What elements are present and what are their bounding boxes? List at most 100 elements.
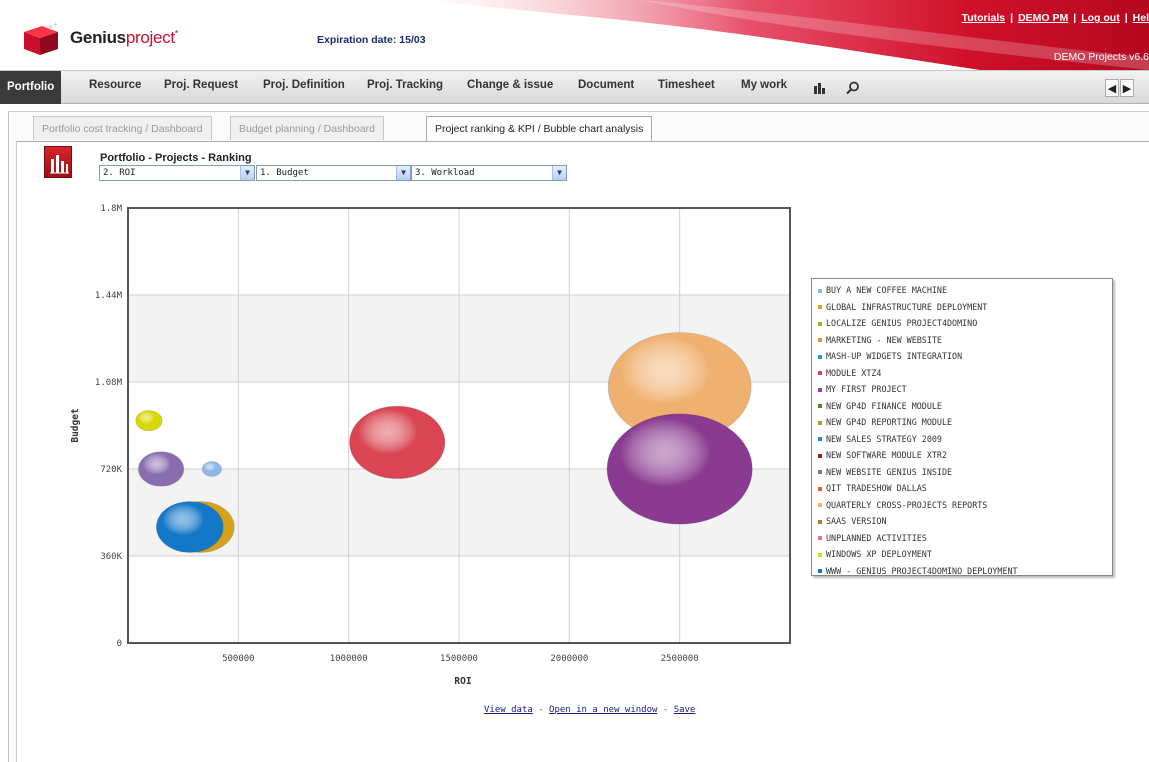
nav-item-timesheet[interactable]: Timesheet: [658, 79, 715, 91]
legend-label: NEW WEBSITE GENIUS INSIDE: [826, 466, 953, 477]
chart-legend: BUY A NEW COFFEE MACHINE GLOBAL INFRASTRU…: [811, 278, 1113, 576]
legend-entry[interactable]: WWW - GENIUS PROJECT4DOMINO DEPLOYMENT: [818, 563, 1112, 580]
workload-select[interactable]: 3. Workload ▼: [411, 165, 567, 181]
legend-label: LOCALIZE GENIUS PROJECT4DOMINO: [826, 318, 978, 328]
nav-item-document[interactable]: Document: [578, 79, 634, 91]
legend-marker: [818, 420, 822, 425]
legend-label: MARKETING - NEW WEBSITE: [826, 334, 942, 345]
logo[interactable]: + + Geniusproject*: [22, 8, 262, 60]
legend-label: GLOBAL INFRASTRUCTURE DEPLOYMENT: [826, 301, 988, 312]
legend-marker: [818, 305, 822, 309]
legend-entry[interactable]: QIT TRADESHOW DALLAS: [818, 480, 1112, 497]
nav-item-my-work[interactable]: My work: [741, 79, 787, 91]
nav-arrows: ◀ ▶: [1105, 79, 1149, 97]
legend-marker: [818, 486, 822, 491]
legend-entry[interactable]: NEW SOFTWARE MODULE XTR2: [818, 447, 1112, 464]
bubble-www-genius-project4domino-deployment-shine: [156, 501, 224, 553]
legend-entry[interactable]: NEW WEBSITE GENIUS INSIDE: [818, 464, 1112, 481]
legend-entry[interactable]: LOCALIZE GENIUS PROJECT4DOMINO: [818, 315, 1112, 332]
expiration-date: Expiration date: 15/03: [317, 34, 426, 46]
x-axis-label: ROI: [454, 676, 471, 687]
legend-label: SAAS VERSION: [826, 516, 887, 526]
bubble-new-website-genius-inside-shine: [138, 451, 184, 487]
legend-label: MY FIRST PROJECT: [826, 384, 907, 394]
nav-item-resource[interactable]: Resource: [89, 79, 141, 91]
legend-label: NEW SALES STRATEGY 2009: [826, 433, 942, 444]
x-tick-label: 2000000: [550, 654, 588, 664]
nav-item-proj-request[interactable]: Proj. Request: [164, 79, 238, 91]
legend-marker: [818, 371, 822, 375]
legend-entry[interactable]: UNPLANNED ACTIVITIES: [818, 530, 1112, 547]
demo-pm-link[interactable]: DEMO PM: [1018, 12, 1068, 24]
legend-marker: [818, 321, 822, 326]
bar-chart-icon[interactable]: [813, 81, 827, 94]
tab-budget-planning[interactable]: Budget planning / Dashboard: [230, 116, 385, 140]
footer-separator: -: [532, 705, 550, 715]
x-tick-label: 2500000: [661, 654, 699, 664]
legend-entry[interactable]: MARKETING - NEW WEBSITE: [818, 332, 1112, 349]
save-link[interactable]: Save: [674, 705, 696, 715]
nav-item-change-issue[interactable]: Change & issue: [467, 79, 553, 91]
legend-marker: [818, 470, 822, 474]
roi-select[interactable]: 2. ROI ▼: [99, 165, 255, 181]
legend-label: BUY A NEW COFFEE MACHINE: [826, 285, 948, 295]
x-tick-label: 1500000: [440, 654, 478, 664]
chevron-down-icon: ▼: [396, 166, 410, 180]
legend-label: QUARTERLY CROSS-PROJECTS REPORTS: [826, 499, 988, 510]
bubble-module-xtz4-shine: [349, 406, 445, 479]
nav-item-portfolio[interactable]: Portfolio: [0, 71, 62, 104]
legend-entry[interactable]: QUARTERLY CROSS-PROJECTS REPORTS: [818, 497, 1112, 514]
nav-item-proj-tracking[interactable]: Proj. Tracking: [367, 79, 443, 91]
help-link[interactable]: Hel: [1133, 12, 1149, 24]
legend-marker: [818, 519, 822, 524]
chevron-down-icon: ▼: [552, 166, 566, 180]
legend-marker: [818, 503, 822, 507]
legend-entry[interactable]: BUY A NEW COFFEE MACHINE: [818, 282, 1112, 299]
footer-separator: -: [657, 705, 674, 715]
tab-project-ranking[interactable]: Project ranking & KPI / Bubble chart ana…: [426, 116, 653, 142]
legend-marker: [818, 437, 822, 441]
legend-label: MASH-UP WIDGETS INTEGRATION: [826, 351, 963, 361]
open-new-window-link[interactable]: Open in a new window: [549, 705, 657, 715]
legend-entry[interactable]: NEW SALES STRATEGY 2009: [818, 431, 1112, 448]
legend-marker: [818, 404, 822, 408]
logo-name: Genius: [70, 28, 126, 47]
legend-entry[interactable]: MY FIRST PROJECT: [818, 381, 1112, 398]
legend-entry[interactable]: MODULE XTZ4: [818, 365, 1112, 382]
search-icon[interactable]: [846, 81, 860, 95]
cube-logo-icon: + +: [24, 22, 59, 55]
nav-prev-button[interactable]: ◀: [1105, 79, 1119, 97]
bubble-extra-0-shine: [607, 413, 753, 525]
tutorials-link[interactable]: Tutorials: [962, 12, 1006, 24]
legend-label: MODULE XTZ4: [826, 367, 882, 378]
nav-next-button[interactable]: ▶: [1120, 79, 1134, 97]
logo-mark: *: [174, 28, 179, 39]
legend-entry[interactable]: WINDOWS XP DEPLOYMENT: [818, 546, 1112, 563]
logout-link[interactable]: Log out: [1081, 12, 1119, 24]
legend-marker: [818, 536, 822, 540]
legend-entry[interactable]: MASH-UP WIDGETS INTEGRATION: [818, 348, 1112, 365]
legend-label: NEW GP4D FINANCE MODULE: [826, 400, 942, 411]
legend-marker: [818, 552, 822, 557]
legend-marker: [818, 569, 822, 573]
y-tick-label: 720K: [100, 465, 122, 475]
legend-entry[interactable]: SAAS VERSION: [818, 513, 1112, 530]
nav-item-proj-definition[interactable]: Proj. Definition: [263, 79, 345, 91]
legend-entry[interactable]: NEW GP4D FINANCE MODULE: [818, 398, 1112, 415]
budget-select[interactable]: 1. Budget ▼: [256, 165, 411, 181]
tab-portfolio-cost-tracking[interactable]: Portfolio cost tracking / Dashboard: [33, 116, 212, 140]
legend-entry[interactable]: GLOBAL INFRASTRUCTURE DEPLOYMENT: [818, 299, 1112, 316]
chevron-down-icon: ▼: [240, 166, 254, 180]
y-tick-label: 0: [117, 639, 122, 649]
bubble-windows-xp-deployment-shine: [135, 410, 163, 431]
x-tick-label: 500000: [222, 654, 255, 664]
legend-label: NEW SOFTWARE MODULE XTR2: [826, 450, 948, 460]
view-data-link[interactable]: View data: [484, 705, 533, 715]
y-tick-label: 1.44M: [95, 291, 123, 301]
y-tick-label: 1.08M: [95, 378, 123, 388]
legend-entry[interactable]: NEW GP4D REPORTING MODULE: [818, 414, 1112, 431]
legend-label: WWW - GENIUS PROJECT4DOMINO DEPLOYMENT: [826, 565, 1018, 576]
x-tick-label: 1000000: [330, 654, 368, 664]
top-links: Tutorials | DEMO PM | Log out | Hel: [961, 12, 1149, 24]
app-window: + + Geniusproject* Expiration date: 15/0…: [0, 0, 1149, 762]
